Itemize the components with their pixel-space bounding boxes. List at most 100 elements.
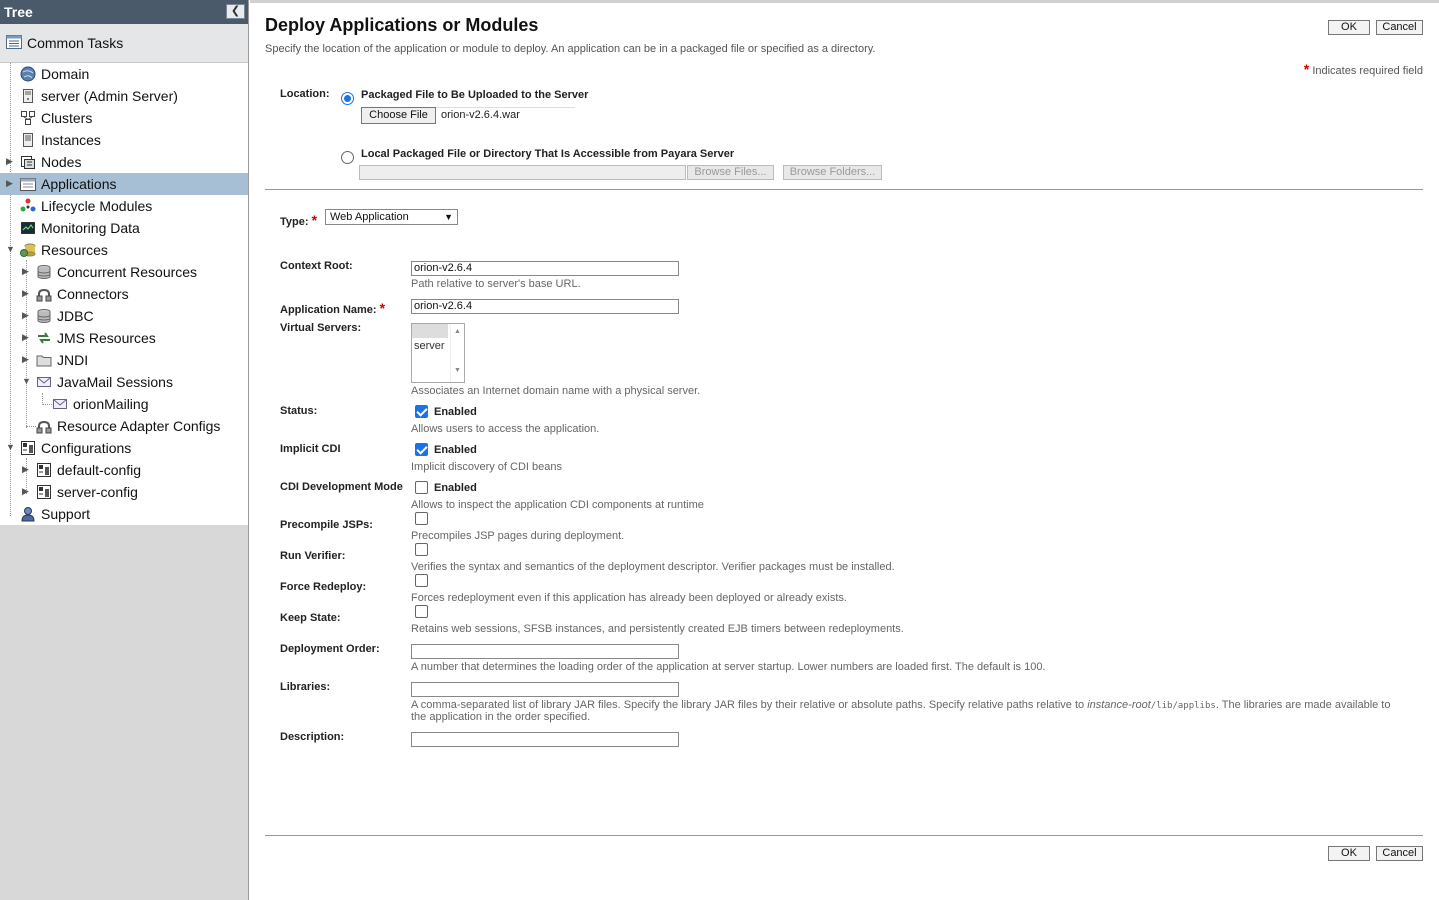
tree-item-nodes[interactable]: Nodes bbox=[20, 151, 81, 173]
tree-item-server[interactable]: server (Admin Server) bbox=[20, 85, 178, 107]
description-input[interactable] bbox=[411, 732, 679, 747]
tree-item-jms-resources[interactable]: JMS Resources bbox=[36, 327, 156, 349]
keep-state-checkbox[interactable] bbox=[415, 605, 428, 618]
run-verifier-checkbox[interactable] bbox=[415, 543, 428, 556]
tree-item-domain[interactable]: Domain bbox=[20, 63, 89, 85]
section-separator bbox=[265, 189, 1423, 190]
tree-item-configurations[interactable]: Configurations bbox=[20, 437, 131, 459]
tree-item-applications[interactable]: Applications bbox=[0, 173, 248, 195]
cluster-icon bbox=[20, 110, 36, 126]
keep-state-label: Keep State: bbox=[280, 612, 341, 624]
type-label: Type: * bbox=[280, 212, 318, 228]
tree-guide bbox=[26, 260, 27, 428]
collapse-sidebar-button[interactable]: ❮ bbox=[226, 4, 245, 19]
cdi-dev-mode-label: CDI Development Mode bbox=[280, 481, 403, 493]
globe-icon bbox=[20, 66, 36, 82]
expand-icon[interactable]: ▶ bbox=[6, 179, 15, 188]
ok-button-bottom[interactable]: OK bbox=[1328, 846, 1370, 861]
expand-icon[interactable]: ▶ bbox=[22, 289, 31, 298]
tree-item-clusters[interactable]: Clusters bbox=[20, 107, 92, 129]
expand-icon[interactable]: ▶ bbox=[22, 487, 31, 496]
precompile-checkbox[interactable] bbox=[415, 512, 428, 525]
browse-folders-button[interactable]: Browse Folders... bbox=[783, 165, 882, 180]
status-enabled-checkbox[interactable] bbox=[415, 405, 428, 418]
required-note: * Indicates required field bbox=[1303, 61, 1423, 77]
implicit-cdi-label: Implicit CDI bbox=[280, 443, 341, 455]
tree-view: Domain server (Admin Server) Clusters In… bbox=[0, 63, 248, 525]
connector-icon bbox=[36, 286, 52, 302]
common-tasks-label: Common Tasks bbox=[27, 35, 124, 51]
deployment-order-input[interactable] bbox=[411, 644, 679, 659]
scroll-down-icon: ▼ bbox=[454, 367, 461, 374]
status-label: Status: bbox=[280, 405, 318, 417]
tree-item-server-config[interactable]: server-config bbox=[36, 481, 138, 503]
virtual-server-option[interactable]: server bbox=[414, 340, 445, 352]
collapse-icon[interactable]: ▼ bbox=[6, 245, 15, 254]
tree-item-lifecycle-modules[interactable]: Lifecycle Modules bbox=[20, 195, 152, 217]
page-title: Deploy Applications or Modules bbox=[265, 15, 539, 35]
implicit-cdi-checkbox[interactable] bbox=[415, 443, 428, 456]
app-name-label: Application Name: * bbox=[280, 300, 386, 316]
status-enabled-label: Enabled bbox=[434, 406, 477, 418]
cdi-dev-mode-help: Allows to inspect the application CDI co… bbox=[411, 499, 704, 511]
keep-state-help: Retains web sessions, SFSB instances, an… bbox=[411, 623, 904, 635]
tree-item-javamail-sessions[interactable]: JavaMail Sessions bbox=[36, 371, 173, 393]
resources-icon bbox=[20, 242, 36, 258]
virtual-servers-label: Virtual Servers: bbox=[280, 322, 362, 334]
context-root-help: Path relative to server's base URL. bbox=[411, 278, 581, 290]
tree-item-default-config[interactable]: default-config bbox=[36, 459, 141, 481]
tree-item-jndi[interactable]: JNDI bbox=[36, 349, 88, 371]
tree-item-orionmailing[interactable]: orionMailing bbox=[52, 393, 148, 415]
expand-icon[interactable]: ▶ bbox=[6, 157, 15, 166]
libraries-help: A comma-separated list of library JAR fi… bbox=[411, 699, 1391, 711]
list-scrollbar[interactable]: ▲ ▼ bbox=[450, 324, 464, 382]
libraries-input[interactable] bbox=[411, 682, 679, 697]
type-select[interactable]: Web Application ▼ bbox=[325, 209, 458, 225]
description-label: Description: bbox=[280, 731, 345, 743]
tree-item-concurrent-resources[interactable]: Concurrent Resources bbox=[36, 261, 197, 283]
tree-item-jdbc[interactable]: JDBC bbox=[36, 305, 94, 327]
packaged-file-radio[interactable] bbox=[341, 92, 354, 105]
expand-icon[interactable]: ▶ bbox=[22, 465, 31, 474]
tree-item-connectors[interactable]: Connectors bbox=[36, 283, 129, 305]
local-file-path-input[interactable] bbox=[359, 165, 686, 180]
precompile-label: Precompile JSPs: bbox=[280, 519, 373, 531]
cancel-button-bottom[interactable]: Cancel bbox=[1376, 846, 1423, 861]
required-star: * bbox=[1303, 61, 1310, 77]
expand-icon[interactable]: ▶ bbox=[22, 267, 31, 276]
common-tasks-link[interactable]: Common Tasks bbox=[0, 24, 248, 63]
tree-item-monitoring-data[interactable]: Monitoring Data bbox=[20, 217, 140, 239]
context-root-input[interactable]: orion-v2.6.4 bbox=[411, 261, 679, 276]
tree-item-resource-adapter-configs[interactable]: Resource Adapter Configs bbox=[36, 415, 220, 437]
cancel-button-top[interactable]: Cancel bbox=[1376, 20, 1423, 35]
cdi-dev-mode-enabled-label: Enabled bbox=[434, 482, 477, 494]
cdi-dev-mode-checkbox[interactable] bbox=[415, 481, 428, 494]
tasks-icon bbox=[6, 35, 22, 51]
tree-item-resources[interactable]: Resources bbox=[20, 239, 108, 261]
database-icon bbox=[36, 308, 52, 324]
page-help-text: Specify the location of the application … bbox=[265, 43, 876, 55]
expand-icon[interactable]: ▶ bbox=[22, 355, 31, 364]
virtual-servers-list[interactable]: server ▲ ▼ bbox=[411, 323, 465, 383]
navigation-sidebar: Tree ❮ Common Tasks Domain server (Admin… bbox=[0, 0, 249, 900]
run-verifier-label: Run Verifier: bbox=[280, 550, 346, 562]
collapse-icon[interactable]: ▼ bbox=[22, 377, 31, 386]
tree-item-instances[interactable]: Instances bbox=[20, 129, 101, 151]
local-file-radio[interactable] bbox=[341, 151, 354, 164]
ok-button-top[interactable]: OK bbox=[1328, 20, 1370, 35]
expand-icon[interactable]: ▶ bbox=[22, 333, 31, 342]
lifecycle-icon bbox=[20, 198, 36, 214]
app-name-input[interactable]: orion-v2.6.4 bbox=[411, 299, 679, 314]
browse-files-button[interactable]: Browse Files... bbox=[687, 165, 774, 180]
tree-guide bbox=[42, 404, 52, 405]
precompile-help: Precompiles JSP pages during deployment. bbox=[411, 530, 625, 542]
force-redeploy-checkbox[interactable] bbox=[415, 574, 428, 587]
choose-file-button[interactable]: Choose File bbox=[361, 107, 436, 124]
config-icon bbox=[36, 462, 52, 478]
force-redeploy-help: Forces redeployment even if this applica… bbox=[411, 592, 847, 604]
collapse-icon[interactable]: ▼ bbox=[6, 443, 15, 452]
tree-item-support[interactable]: Support bbox=[20, 503, 90, 525]
expand-icon[interactable]: ▶ bbox=[22, 311, 31, 320]
mail-icon bbox=[36, 374, 52, 390]
libraries-help-cont: the application in the order specified. bbox=[411, 711, 591, 723]
